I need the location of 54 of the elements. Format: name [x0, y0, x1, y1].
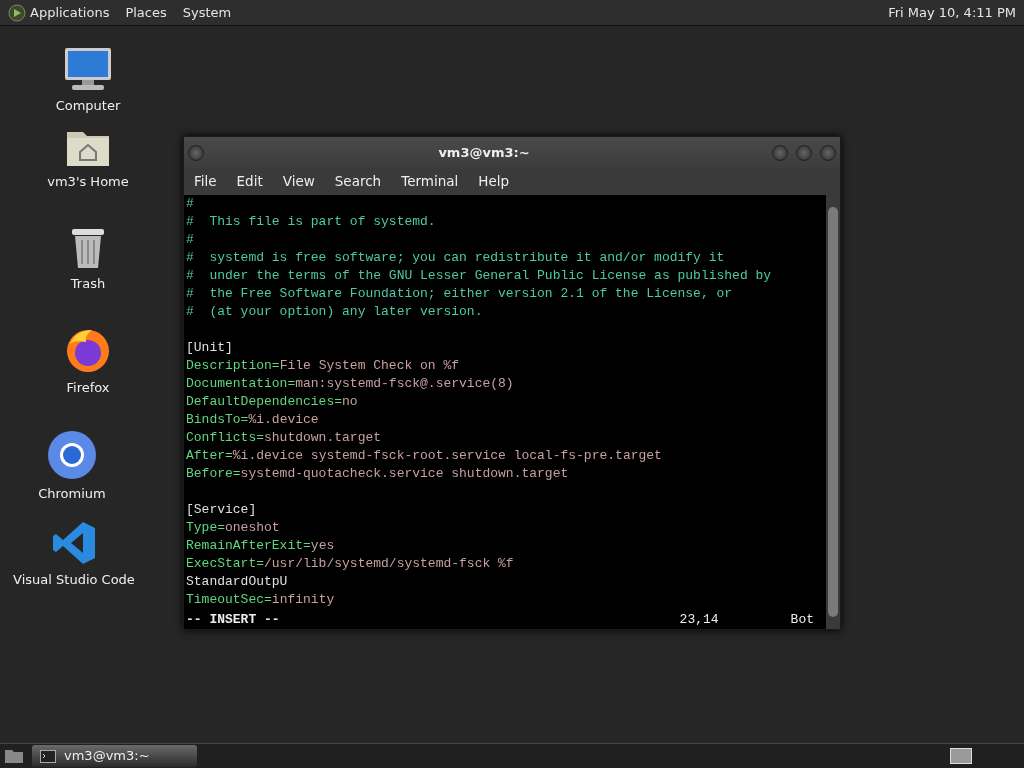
taskbar-button[interactable]: vm3@vm3:~ — [32, 745, 197, 767]
menu-item[interactable]: File — [184, 168, 227, 195]
scroll-indicator: Bot — [790, 611, 814, 629]
desktop-icon-label[interactable]: Firefox — [66, 378, 110, 398]
computer-icon[interactable] — [62, 46, 114, 92]
code-line: # This file is part of systemd. — [185, 213, 437, 231]
code-line: [Unit] — [185, 339, 234, 357]
maximize-button[interactable] — [796, 144, 812, 161]
panel-menu[interactable]: Applications — [30, 0, 110, 25]
show-desktop-icon[interactable] — [4, 748, 24, 764]
code-line: # systemd is free software; you can redistribute it and/or modify it — [185, 249, 726, 267]
menu-item[interactable]: View — [272, 168, 325, 195]
code-line: After=%i.device systemd-fsck-root.service local-fs-pre.target — [185, 447, 663, 465]
code-line: BindsTo=%i.device — [185, 411, 320, 429]
code-line: ExecStart=/usr/lib/systemd/systemd-fsck %f — [185, 555, 515, 573]
menu-item[interactable]: Search — [324, 168, 392, 195]
code-line: Conflicts=shutdown.target — [185, 429, 383, 447]
code-line: TimeoutSec=infinity — [185, 591, 336, 609]
code-line: # — [185, 195, 195, 213]
code-line: StandardOutpU — [185, 573, 289, 591]
menu-item[interactable]: Terminal — [391, 168, 469, 195]
scrollbar-thumb[interactable] — [828, 207, 838, 617]
desktop-icon-label[interactable]: Computer — [55, 96, 121, 116]
menu-item[interactable]: Help — [468, 168, 520, 195]
panel-menu[interactable]: System — [182, 0, 232, 25]
minimize-button[interactable] — [772, 144, 788, 161]
window-title: vm3@vm3:~ — [438, 144, 530, 160]
code-line: # — [185, 231, 195, 249]
code-line: # under the terms of the GNU Lesser General Public License as published by — [185, 267, 773, 285]
mode-indicator: -- INSERT -- — [186, 611, 280, 629]
menu-item[interactable]: Edit — [226, 168, 273, 195]
window-menu-button[interactable] — [188, 144, 204, 161]
desktop-icon-label[interactable]: Chromium — [38, 484, 106, 504]
logo-icon[interactable] — [8, 3, 26, 22]
cursor-position: 23,14 — [679, 611, 719, 629]
code-line: RemainAfterExit=yes — [185, 537, 336, 555]
code-line: # (at your option) any later version. — [185, 303, 484, 321]
desktop-icon-label[interactable]: vm3's Home — [47, 172, 129, 192]
panel-menu[interactable]: Places — [125, 0, 167, 25]
vscode-icon[interactable] — [51, 520, 97, 566]
desktop-icon-label[interactable]: Trash — [70, 274, 106, 294]
code-line: Description=File System Check on %f — [185, 357, 461, 375]
code-line: # the Free Software Foundation; either version 2.1 of the License, or — [185, 285, 734, 303]
clock: Fri May 10, 4:11 PM — [888, 4, 1016, 22]
code-line: Documentation=man:systemd-fsck@.service(8) — [185, 375, 515, 393]
chromium-icon[interactable] — [47, 430, 97, 480]
close-button[interactable] — [820, 144, 836, 161]
terminal-icon — [40, 749, 56, 763]
code-line: DefaultDependencies=no — [185, 393, 359, 411]
desktop-icon-label[interactable]: Visual Studio Code — [13, 570, 135, 590]
scrollbar[interactable] — [826, 195, 840, 629]
code-line: [Service] — [185, 501, 258, 519]
code-line: Type=oneshot — [185, 519, 281, 537]
code-line: Before=systemd-quotacheck.service shutdown.target — [185, 465, 570, 483]
